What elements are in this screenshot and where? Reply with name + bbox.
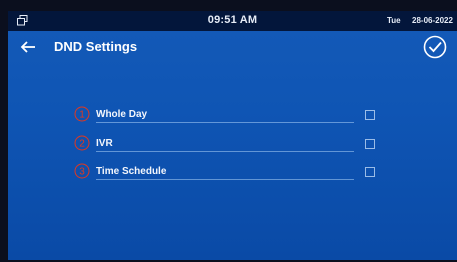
option-number: 2 — [79, 139, 85, 150]
divider — [96, 122, 354, 123]
header: DND Settings — [8, 31, 457, 65]
option-label: IVR — [96, 138, 113, 149]
status-day: Tue — [387, 16, 401, 25]
option-ivr[interactable]: 2 IVR — [74, 135, 394, 153]
status-bar: 09:51 AM Tue 28-06-2022 — [8, 11, 457, 31]
option-time-schedule[interactable]: 3 Time Schedule — [74, 163, 394, 181]
divider — [96, 151, 354, 152]
whole-day-checkbox[interactable] — [365, 110, 375, 120]
option-label: Whole Day — [96, 109, 148, 120]
number-circle-icon: 2 — [74, 135, 90, 151]
arrow-left-icon[interactable] — [20, 39, 36, 55]
option-number: 3 — [79, 167, 85, 178]
option-label: Time Schedule — [96, 166, 167, 177]
number-circle-icon: 3 — [74, 163, 90, 179]
option-whole-day[interactable]: 1 Whole Day — [74, 106, 394, 124]
time-schedule-checkbox[interactable] — [365, 167, 375, 177]
ivr-checkbox[interactable] — [365, 139, 375, 149]
divider — [96, 179, 354, 180]
option-number: 1 — [79, 110, 85, 121]
page-title: DND Settings — [54, 39, 138, 54]
status-date: 28-06-2022 — [412, 16, 453, 25]
number-circle-icon: 1 — [74, 106, 90, 122]
dnd-settings-screen: 09:51 AM Tue 28-06-2022 DND Settings 1 W… — [8, 11, 457, 260]
check-circle-icon[interactable] — [423, 35, 447, 59]
